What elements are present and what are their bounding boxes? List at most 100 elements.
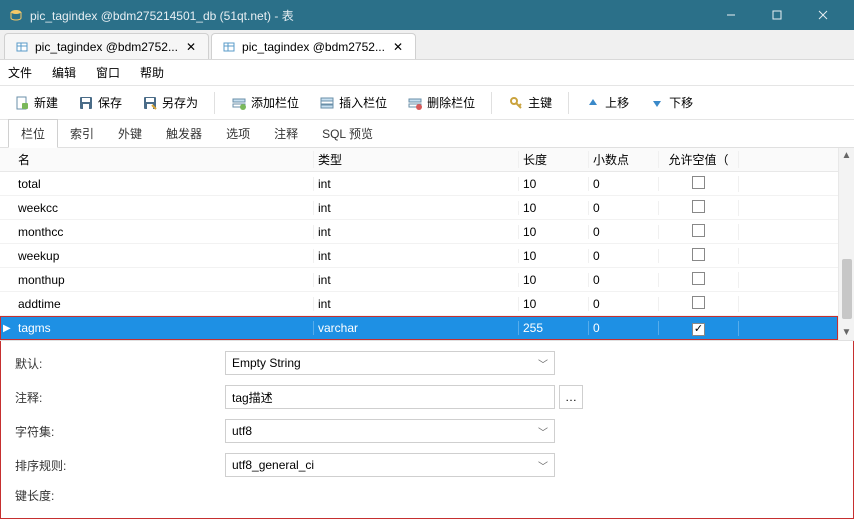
tab-foreign-keys[interactable]: 外键 — [106, 120, 154, 147]
cell-decimals[interactable]: 0 — [589, 225, 659, 239]
key-length-label: 键长度: — [15, 487, 225, 504]
toolbar-separator — [491, 92, 492, 114]
tab-indexes[interactable]: 索引 — [58, 120, 106, 147]
cell-type[interactable]: int — [314, 297, 519, 311]
close-tab-icon[interactable]: ✕ — [391, 40, 405, 54]
menu-file[interactable]: 文件 — [8, 64, 32, 81]
maximize-button[interactable] — [754, 0, 800, 30]
tab-options[interactable]: 选项 — [214, 120, 262, 147]
cell-type[interactable]: int — [314, 249, 519, 263]
delete-field-button[interactable]: 删除栏位 — [399, 90, 483, 116]
default-select[interactable]: Empty String ﹀ — [225, 351, 555, 375]
checkbox[interactable] — [692, 248, 705, 261]
add-field-button[interactable]: 添加栏位 — [223, 90, 307, 116]
col-header-type[interactable]: 类型 — [314, 151, 519, 168]
minimize-button[interactable] — [708, 0, 754, 30]
table-row[interactable]: addtimeint100 — [0, 292, 838, 316]
cell-type[interactable]: int — [314, 177, 519, 191]
cell-decimals[interactable]: 0 — [589, 297, 659, 311]
toolbar: 新建 保存 另存为 添加栏位 插入栏位 删除栏位 主键 上移 下移 — [0, 86, 854, 120]
charset-select[interactable]: utf8 ﹀ — [225, 419, 555, 443]
table-icon — [222, 40, 236, 54]
toolbar-separator — [568, 92, 569, 114]
cell-name[interactable]: weekup — [14, 249, 314, 263]
move-down-button[interactable]: 下移 — [641, 90, 701, 116]
table-row[interactable]: weekccint100 — [0, 196, 838, 220]
cell-name[interactable]: weekcc — [14, 201, 314, 215]
cell-allow-null[interactable] — [659, 248, 739, 264]
cell-allow-null[interactable] — [659, 200, 739, 216]
cell-length[interactable]: 10 — [519, 249, 589, 263]
cell-type[interactable]: int — [314, 225, 519, 239]
col-header-null[interactable]: 允许空值（ — [659, 151, 739, 168]
cell-type[interactable]: varchar — [314, 321, 519, 335]
cell-decimals[interactable]: 0 — [589, 201, 659, 215]
cell-length[interactable]: 255 — [519, 321, 589, 335]
col-header-name[interactable]: 名 — [14, 151, 314, 168]
cell-name[interactable]: addtime — [14, 297, 314, 311]
cell-name[interactable]: total — [14, 177, 314, 191]
doc-tab-1[interactable]: pic_tagindex @bdm2752... ✕ — [211, 33, 416, 59]
cell-decimals[interactable]: 0 — [589, 249, 659, 263]
table-row[interactable]: totalint100 — [0, 172, 838, 196]
table-row[interactable]: weekupint100 — [0, 244, 838, 268]
cell-name[interactable]: monthcc — [14, 225, 314, 239]
menu-window[interactable]: 窗口 — [96, 64, 120, 81]
checkbox[interactable] — [692, 224, 705, 237]
table-row[interactable]: monthupint100 — [0, 268, 838, 292]
menu-help[interactable]: 帮助 — [140, 64, 164, 81]
collation-select[interactable]: utf8_general_ci ﹀ — [225, 453, 555, 477]
new-button[interactable]: 新建 — [6, 90, 66, 116]
checkbox[interactable] — [692, 323, 705, 336]
cell-type[interactable]: int — [314, 201, 519, 215]
document-tabs: pic_tagindex @bdm2752... ✕ pic_tagindex … — [0, 30, 854, 60]
cell-allow-null[interactable] — [659, 272, 739, 288]
col-header-length[interactable]: 长度 — [519, 151, 589, 168]
checkbox[interactable] — [692, 200, 705, 213]
move-up-button[interactable]: 上移 — [577, 90, 637, 116]
close-button[interactable] — [800, 0, 846, 30]
cell-decimals[interactable]: 0 — [589, 321, 659, 335]
checkbox[interactable] — [692, 272, 705, 285]
toolbar-separator — [214, 92, 215, 114]
cell-allow-null[interactable] — [659, 176, 739, 192]
vertical-scrollbar[interactable]: ▲ ▼ — [838, 148, 854, 340]
cell-decimals[interactable]: 0 — [589, 177, 659, 191]
tab-fields[interactable]: 栏位 — [8, 119, 58, 148]
close-tab-icon[interactable]: ✕ — [184, 40, 198, 54]
cell-name[interactable]: tagms — [14, 321, 314, 335]
checkbox[interactable] — [692, 176, 705, 189]
tab-sql-preview[interactable]: SQL 预览 — [310, 120, 385, 147]
cell-length[interactable]: 10 — [519, 297, 589, 311]
menu-edit[interactable]: 编辑 — [52, 64, 76, 81]
cell-allow-null[interactable] — [659, 224, 739, 240]
comment-more-button[interactable]: … — [559, 385, 583, 409]
cell-length[interactable]: 10 — [519, 225, 589, 239]
fields-grid: 名 类型 长度 小数点 允许空值（ totalint100weekccint10… — [0, 148, 838, 340]
save-as-button[interactable]: 另存为 — [134, 90, 206, 116]
primary-key-button[interactable]: 主键 — [500, 90, 560, 116]
table-row[interactable]: ▶tagmsvarchar2550 — [0, 316, 838, 340]
cell-length[interactable]: 10 — [519, 273, 589, 287]
comment-input[interactable]: tag描述 — [225, 385, 555, 409]
tab-comment[interactable]: 注释 — [262, 120, 310, 147]
checkbox[interactable] — [692, 296, 705, 309]
cell-name[interactable]: monthup — [14, 273, 314, 287]
scrollbar-thumb[interactable] — [842, 259, 852, 319]
scroll-down-icon[interactable]: ▼ — [842, 327, 852, 338]
table-row[interactable]: monthccint100 — [0, 220, 838, 244]
cell-allow-null[interactable] — [659, 296, 739, 312]
col-header-decimals[interactable]: 小数点 — [589, 151, 659, 168]
new-icon — [14, 95, 30, 111]
cell-type[interactable]: int — [314, 273, 519, 287]
cell-decimals[interactable]: 0 — [589, 273, 659, 287]
save-button[interactable]: 保存 — [70, 90, 130, 116]
cell-allow-null[interactable] — [659, 321, 739, 336]
cell-length[interactable]: 10 — [519, 177, 589, 191]
scroll-up-icon[interactable]: ▲ — [842, 150, 852, 161]
tab-triggers[interactable]: 触发器 — [154, 120, 214, 147]
doc-tab-0[interactable]: pic_tagindex @bdm2752... ✕ — [4, 33, 209, 59]
cell-length[interactable]: 10 — [519, 201, 589, 215]
arrow-down-icon — [649, 95, 665, 111]
insert-field-button[interactable]: 插入栏位 — [311, 90, 395, 116]
